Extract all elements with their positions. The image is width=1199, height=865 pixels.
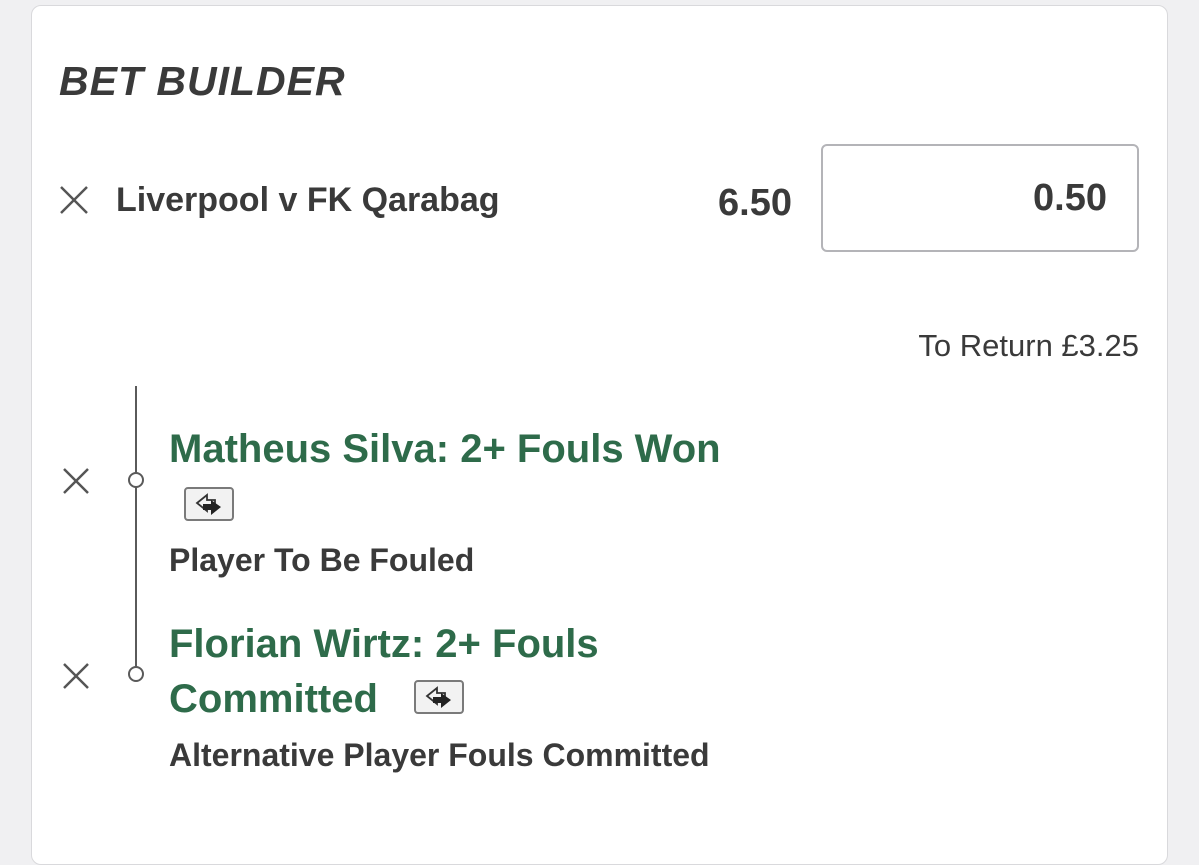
remove-event-close-icon[interactable] bbox=[58, 184, 90, 216]
selection-2-title-line2: Committed bbox=[169, 672, 465, 726]
selection-2-title-line2-text: Committed bbox=[169, 677, 378, 721]
swap-icon[interactable] bbox=[184, 487, 234, 521]
event-odds: 6.50 bbox=[718, 182, 792, 224]
event-name: Liverpool v FK Qarabag bbox=[116, 181, 500, 219]
remove-selection-2-close-icon[interactable] bbox=[60, 660, 92, 692]
remove-selection-1-close-icon[interactable] bbox=[60, 465, 92, 497]
selection-1-swap-button[interactable] bbox=[184, 487, 234, 521]
selection-2-title-line1: Florian Wirtz: 2+ Fouls bbox=[169, 622, 599, 666]
swap-icon[interactable] bbox=[414, 680, 465, 715]
to-return-text: To Return £3.25 bbox=[918, 328, 1139, 363]
selection-2-market: Alternative Player Fouls Committed bbox=[169, 737, 710, 773]
selection-2-node bbox=[128, 666, 144, 682]
bet-builder-card: BET BUILDER Liverpool v FK Qarabag 6.50 … bbox=[31, 5, 1168, 865]
selection-1-title: Matheus Silva: 2+ Fouls Won bbox=[169, 427, 721, 471]
selection-timeline bbox=[135, 386, 137, 676]
selection-1-market: Player To Be Fouled bbox=[169, 542, 475, 578]
stake-input[interactable] bbox=[821, 144, 1139, 252]
bet-builder-title: BET BUILDER bbox=[59, 58, 346, 104]
selection-1-node bbox=[128, 472, 144, 488]
